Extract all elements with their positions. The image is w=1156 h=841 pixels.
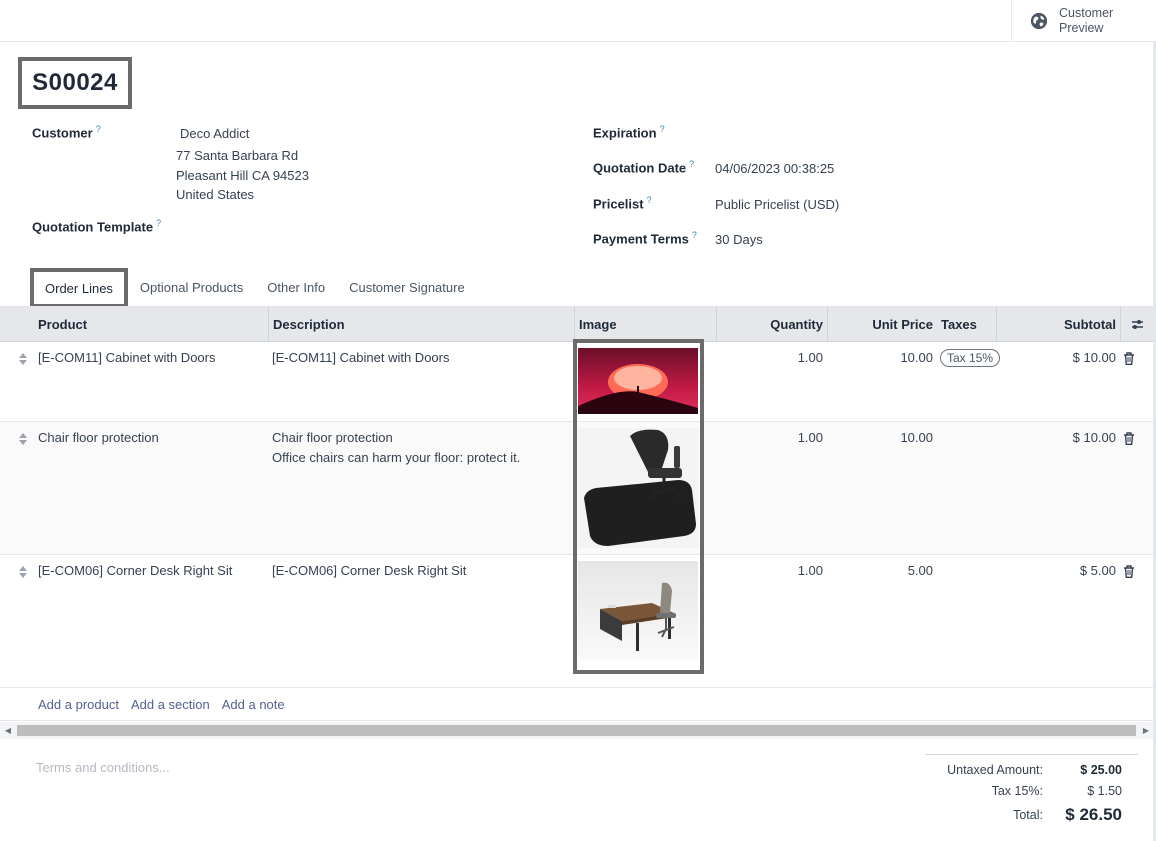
product-cell[interactable]: Chair floor protection [38,428,159,448]
description-cell[interactable]: [E-COM11] Cabinet with Doors [272,348,568,368]
quantity-cell[interactable]: 1.00 [716,348,823,368]
help-icon[interactable]: ? [156,218,161,228]
help-icon[interactable]: ? [692,230,697,240]
drag-handle-icon[interactable] [18,353,28,365]
add-section-link[interactable]: Add a section [131,697,210,712]
description-cell[interactable]: [E-COM06] Corner Desk Right Sit [272,561,568,581]
subtotal-cell: $ 10.00 [1072,430,1116,445]
payment-terms-label-text: Payment Terms [593,231,689,247]
column-header-subtotal[interactable]: Subtotal [996,306,1120,342]
tab-optional-products[interactable]: Optional Products [128,269,255,305]
address-line-street: 77 Santa Barbara Rd [176,148,299,163]
help-icon[interactable]: ? [660,124,665,134]
scrollbar-thumb[interactable] [17,725,1136,736]
control-panel: Customer Preview [0,0,1156,42]
help-icon[interactable]: ? [647,195,652,205]
payment-terms-label: Payment Terms? [593,230,697,246]
column-header-product[interactable]: Product [34,306,268,342]
tab-other-info[interactable]: Other Info [255,269,337,305]
image-column-highlight [573,339,704,674]
description-extra-text: Office chairs can harm your floor: prote… [272,450,521,465]
customer-label-text: Customer [32,125,93,141]
optional-columns-toggle[interactable] [1120,306,1153,342]
quotation-date-label-text: Quotation Date [593,160,687,176]
quantity-cell[interactable]: 1.00 [716,428,823,448]
untaxed-amount-label: Untaxed Amount: [947,763,1043,777]
quotation-date-field[interactable]: 04/06/2023 00:38:25 [715,161,834,176]
customer-label: Customer? [32,124,101,140]
subtotal-cell: $ 5.00 [1079,563,1116,578]
tax-amount-label: Tax 15%: [991,784,1043,798]
trash-icon[interactable] [1123,432,1135,445]
sliders-icon [1131,319,1143,329]
subtotal-cell: $ 10.00 [1072,350,1116,365]
customer-name[interactable]: Deco Addict [180,126,249,141]
totals-divider [925,754,1138,755]
unit-price-cell[interactable]: 10.00 [827,428,933,448]
quantity-cell[interactable]: 1.00 [716,561,823,581]
tax-amount-value: $ 1.50 [1087,784,1122,798]
customer-address: 77 Santa Barbara Rd Pleasant Hill CA 945… [176,146,309,205]
column-header-image[interactable]: Image [574,306,716,342]
scroll-left-icon[interactable]: ◀ [3,725,13,736]
product-cell[interactable]: [E-COM11] Cabinet with Doors [38,348,216,368]
quotation-template-label: Quotation Template? [32,218,161,234]
tab-order-lines[interactable]: Order Lines [30,268,128,308]
add-note-link[interactable]: Add a note [222,697,285,712]
horizontal-scrollbar[interactable]: ◀ ▶ [0,722,1153,739]
terms-and-conditions-field[interactable]: Terms and conditions... [36,760,170,775]
untaxed-amount-value: $ 25.00 [1080,763,1122,777]
column-header-quantity[interactable]: Quantity [716,306,827,342]
notebook-tabs: Order Lines Optional Products Other Info… [30,268,477,308]
drag-handle-icon[interactable] [18,566,28,578]
trash-icon[interactable] [1123,352,1135,365]
column-header-unit-price[interactable]: Unit Price [827,306,937,342]
help-icon[interactable]: ? [689,159,694,169]
pricelist-field[interactable]: Public Pricelist (USD) [715,197,839,212]
quotation-template-label-text: Quotation Template [32,219,154,235]
column-header-taxes[interactable]: Taxes [937,306,996,342]
customer-preview-button[interactable]: Customer Preview [1011,0,1156,41]
expiration-label-text: Expiration [593,125,657,141]
payment-terms-field[interactable]: 30 Days [715,232,763,247]
pricelist-label: Pricelist? [593,195,652,211]
total-label: Total: [1013,808,1043,822]
add-product-link[interactable]: Add a product [38,697,119,712]
pricelist-label-text: Pricelist [593,196,644,212]
quotation-date-label: Quotation Date? [593,159,694,175]
product-cell[interactable]: [E-COM06] Corner Desk Right Sit [38,561,232,581]
drag-handle-icon[interactable] [18,433,28,445]
description-text: Chair floor protection [272,430,393,445]
expiration-label: Expiration? [593,124,665,140]
description-text: [E-COM11] Cabinet with Doors [272,350,450,365]
unit-price-cell[interactable]: 5.00 [827,561,933,581]
description-text: [E-COM06] Corner Desk Right Sit [272,563,467,578]
address-line-city: Pleasant Hill CA 94523 [176,167,309,183]
order-lines-header: Product Description Image Quantity Unit … [0,306,1153,342]
tax-badge[interactable]: Tax 15% [940,349,1001,367]
scroll-right-icon[interactable]: ▶ [1141,725,1151,736]
total-value: $ 26.50 [1065,805,1122,824]
customer-preview-label: Customer Preview [1059,5,1114,35]
globe-icon [1030,12,1048,29]
address-line-country: United States [176,187,255,202]
help-icon[interactable]: ? [96,124,101,134]
trash-icon[interactable] [1123,565,1135,578]
description-cell[interactable]: Chair floor protection Office chairs can… [272,428,568,468]
column-header-description[interactable]: Description [268,306,574,342]
unit-price-cell[interactable]: 10.00 [827,348,933,368]
order-name-title: S00024 [18,57,132,109]
add-line-controls: Add a product Add a section Add a note [0,688,1153,721]
tab-customer-signature[interactable]: Customer Signature [337,269,477,305]
